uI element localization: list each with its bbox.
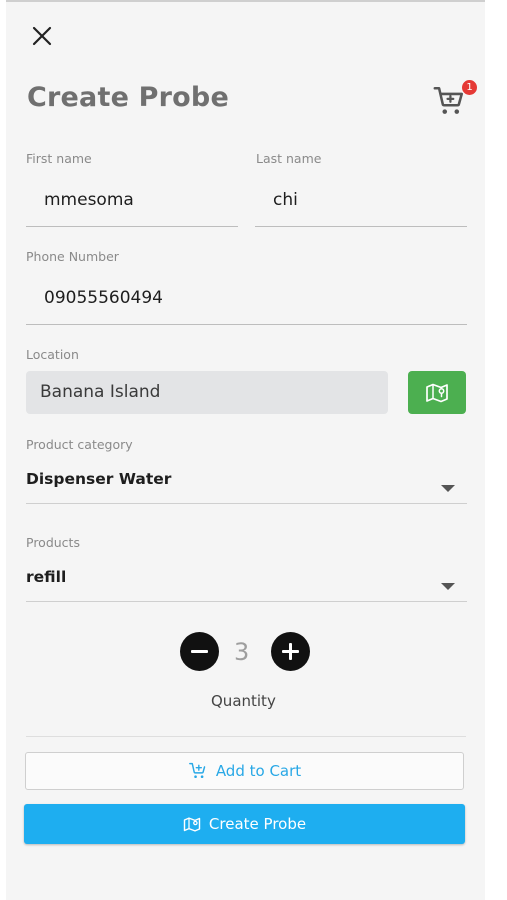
create-probe-label: Create Probe	[208, 815, 307, 833]
quantity-label: Quantity	[211, 692, 276, 710]
close-button[interactable]	[28, 22, 56, 50]
location-field[interactable]: Banana Island	[26, 371, 388, 414]
add-to-cart-label: Add to Cart	[215, 762, 302, 780]
last-name-field[interactable]: chi	[255, 180, 467, 227]
last-name-label: Last name	[256, 151, 322, 166]
products-select[interactable]: refill	[26, 568, 467, 602]
decrease-quantity-button[interactable]	[180, 632, 219, 671]
chevron-down-icon	[441, 582, 455, 590]
product-category-label: Product category	[26, 437, 133, 452]
products-label: Products	[26, 535, 80, 550]
first-name-field[interactable]: mmesoma	[26, 180, 238, 227]
add-to-cart-button[interactable]: Add to Cart	[25, 752, 464, 790]
create-probe-button[interactable]: Create Probe	[24, 804, 465, 844]
cart-count-badge: 1	[462, 80, 477, 95]
quantity-value: 3	[234, 638, 250, 666]
divider	[26, 736, 466, 737]
close-icon[interactable]	[28, 22, 56, 50]
cart-icon[interactable]	[432, 84, 466, 118]
product-category-value: Dispenser Water	[26, 470, 172, 488]
create-probe-screen: Create Probe 1 First name mmesoma Last n…	[6, 0, 485, 900]
map-icon	[426, 383, 448, 402]
add-cart-icon	[188, 762, 208, 780]
location-label: Location	[26, 347, 79, 362]
increase-quantity-button[interactable]	[271, 632, 310, 671]
map-icon	[183, 816, 201, 833]
cart-button[interactable]: 1	[430, 80, 477, 118]
page-title: Create Probe	[27, 82, 229, 113]
phone-number-field[interactable]: 09055560494	[26, 278, 467, 325]
phone-number-label: Phone Number	[26, 249, 119, 264]
map-button[interactable]	[408, 371, 466, 414]
chevron-down-icon	[441, 484, 455, 492]
first-name-label: First name	[26, 151, 92, 166]
product-category-select[interactable]: Dispenser Water	[26, 470, 467, 504]
products-value: refill	[26, 568, 67, 586]
minus-icon	[191, 650, 208, 653]
